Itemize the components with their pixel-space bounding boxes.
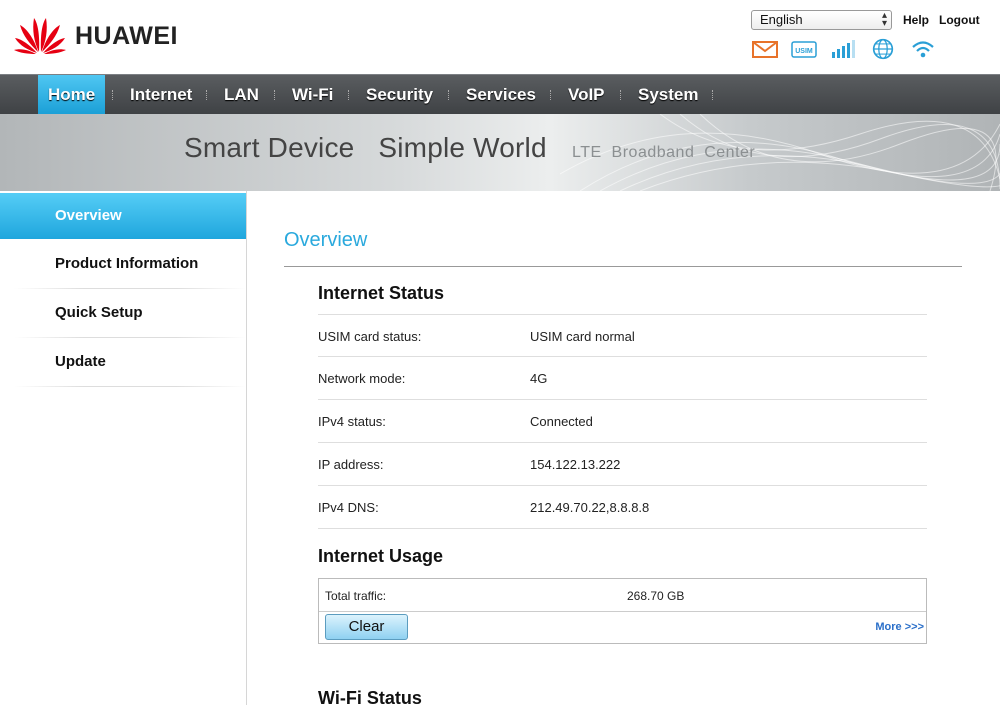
nav-separator (112, 90, 114, 100)
nav-separator (620, 90, 622, 100)
more-link[interactable]: More >>> (875, 621, 924, 633)
nav-lan[interactable]: LAN (214, 75, 269, 115)
usage-panel: Total traffic: 268.70 GB Clear More >>> (318, 578, 927, 644)
status-key: IP address: (318, 457, 384, 472)
main-nav: Home Internet LAN Wi-Fi Security Service… (0, 74, 1000, 115)
mail-icon[interactable] (752, 38, 778, 60)
sidebar-divider (14, 386, 246, 387)
language-select[interactable]: English ▴ ▾ (751, 10, 892, 30)
page-title: Overview (284, 229, 368, 251)
nav-separator (712, 90, 714, 100)
wifi-status-title: Wi-Fi Status (318, 688, 422, 708)
main-content: Overview Internet Status USIM card statu… (248, 191, 1000, 708)
status-value: Connected (530, 414, 593, 429)
usim-icon-label: USIM (795, 48, 813, 55)
total-traffic-label: Total traffic: (325, 589, 387, 603)
status-row: IP address: 154.122.13.222 (318, 443, 927, 486)
sidebar: Overview Product Information Quick Setup… (0, 191, 247, 705)
sidebar-item-update[interactable]: Update (0, 339, 246, 387)
sidebar-item-quick-setup[interactable]: Quick Setup (0, 290, 246, 338)
sidebar-divider (14, 337, 246, 338)
sidebar-item-overview[interactable]: Overview (0, 193, 246, 239)
clear-button[interactable]: Clear (325, 614, 408, 640)
nav-home[interactable]: Home (38, 75, 105, 115)
banner-subtitle: LTE Broadband Center (572, 144, 756, 161)
language-select-value: English (760, 12, 803, 27)
status-key: IPv4 DNS: (318, 500, 379, 515)
status-value: 4G (530, 371, 548, 386)
nav-voip[interactable]: VoIP (558, 75, 615, 115)
status-row: IPv4 status: Connected (318, 400, 927, 443)
logout-link[interactable]: Logout (939, 13, 980, 27)
internet-usage-title: Internet Usage (318, 546, 444, 566)
nav-system[interactable]: System (628, 75, 708, 115)
nav-services[interactable]: Services (456, 75, 546, 115)
status-key: USIM card status: (318, 329, 422, 344)
total-traffic-value: 268.70 GB (627, 589, 685, 603)
brand-name: HUAWEI (75, 22, 178, 50)
status-key: IPv4 status: (318, 414, 386, 429)
banner: Smart Device Simple World LTE Broadband … (0, 114, 1000, 191)
nav-internet[interactable]: Internet (120, 75, 202, 115)
nav-security[interactable]: Security (356, 75, 443, 115)
nav-wifi[interactable]: Wi-Fi (282, 75, 343, 115)
select-arrows-icon: ▴ ▾ (881, 10, 887, 29)
status-value: 212.49.70.22,8.8.8.8 (530, 500, 650, 515)
internet-status-title: Internet Status (318, 283, 445, 303)
header: HUAWEI English ▴ ▾ Help Logout USIM (0, 0, 1000, 74)
status-row: USIM card status: USIM card normal (318, 314, 927, 357)
status-key: Network mode: (318, 371, 406, 386)
status-row: Network mode: 4G (318, 357, 927, 400)
huawei-logo (14, 18, 66, 54)
sidebar-item-product-information[interactable]: Product Information (0, 241, 246, 289)
signal-icon[interactable] (830, 38, 856, 60)
nav-separator (448, 90, 450, 100)
usim-icon[interactable]: USIM (791, 38, 817, 60)
nav-separator (348, 90, 350, 100)
nav-separator (550, 90, 552, 100)
help-link[interactable]: Help (903, 13, 929, 27)
usage-divider (319, 611, 926, 612)
wifi-icon[interactable] (910, 38, 936, 60)
sidebar-divider (14, 288, 246, 289)
status-value: USIM card normal (530, 329, 635, 344)
nav-separator (206, 90, 208, 100)
title-divider (284, 266, 962, 267)
status-row: IPv4 DNS: 212.49.70.22,8.8.8.8 (318, 486, 927, 529)
nav-separator (274, 90, 276, 100)
globe-icon[interactable] (870, 38, 896, 60)
status-value: 154.122.13.222 (530, 457, 621, 472)
banner-slogan: Smart Device Simple World (184, 132, 547, 163)
